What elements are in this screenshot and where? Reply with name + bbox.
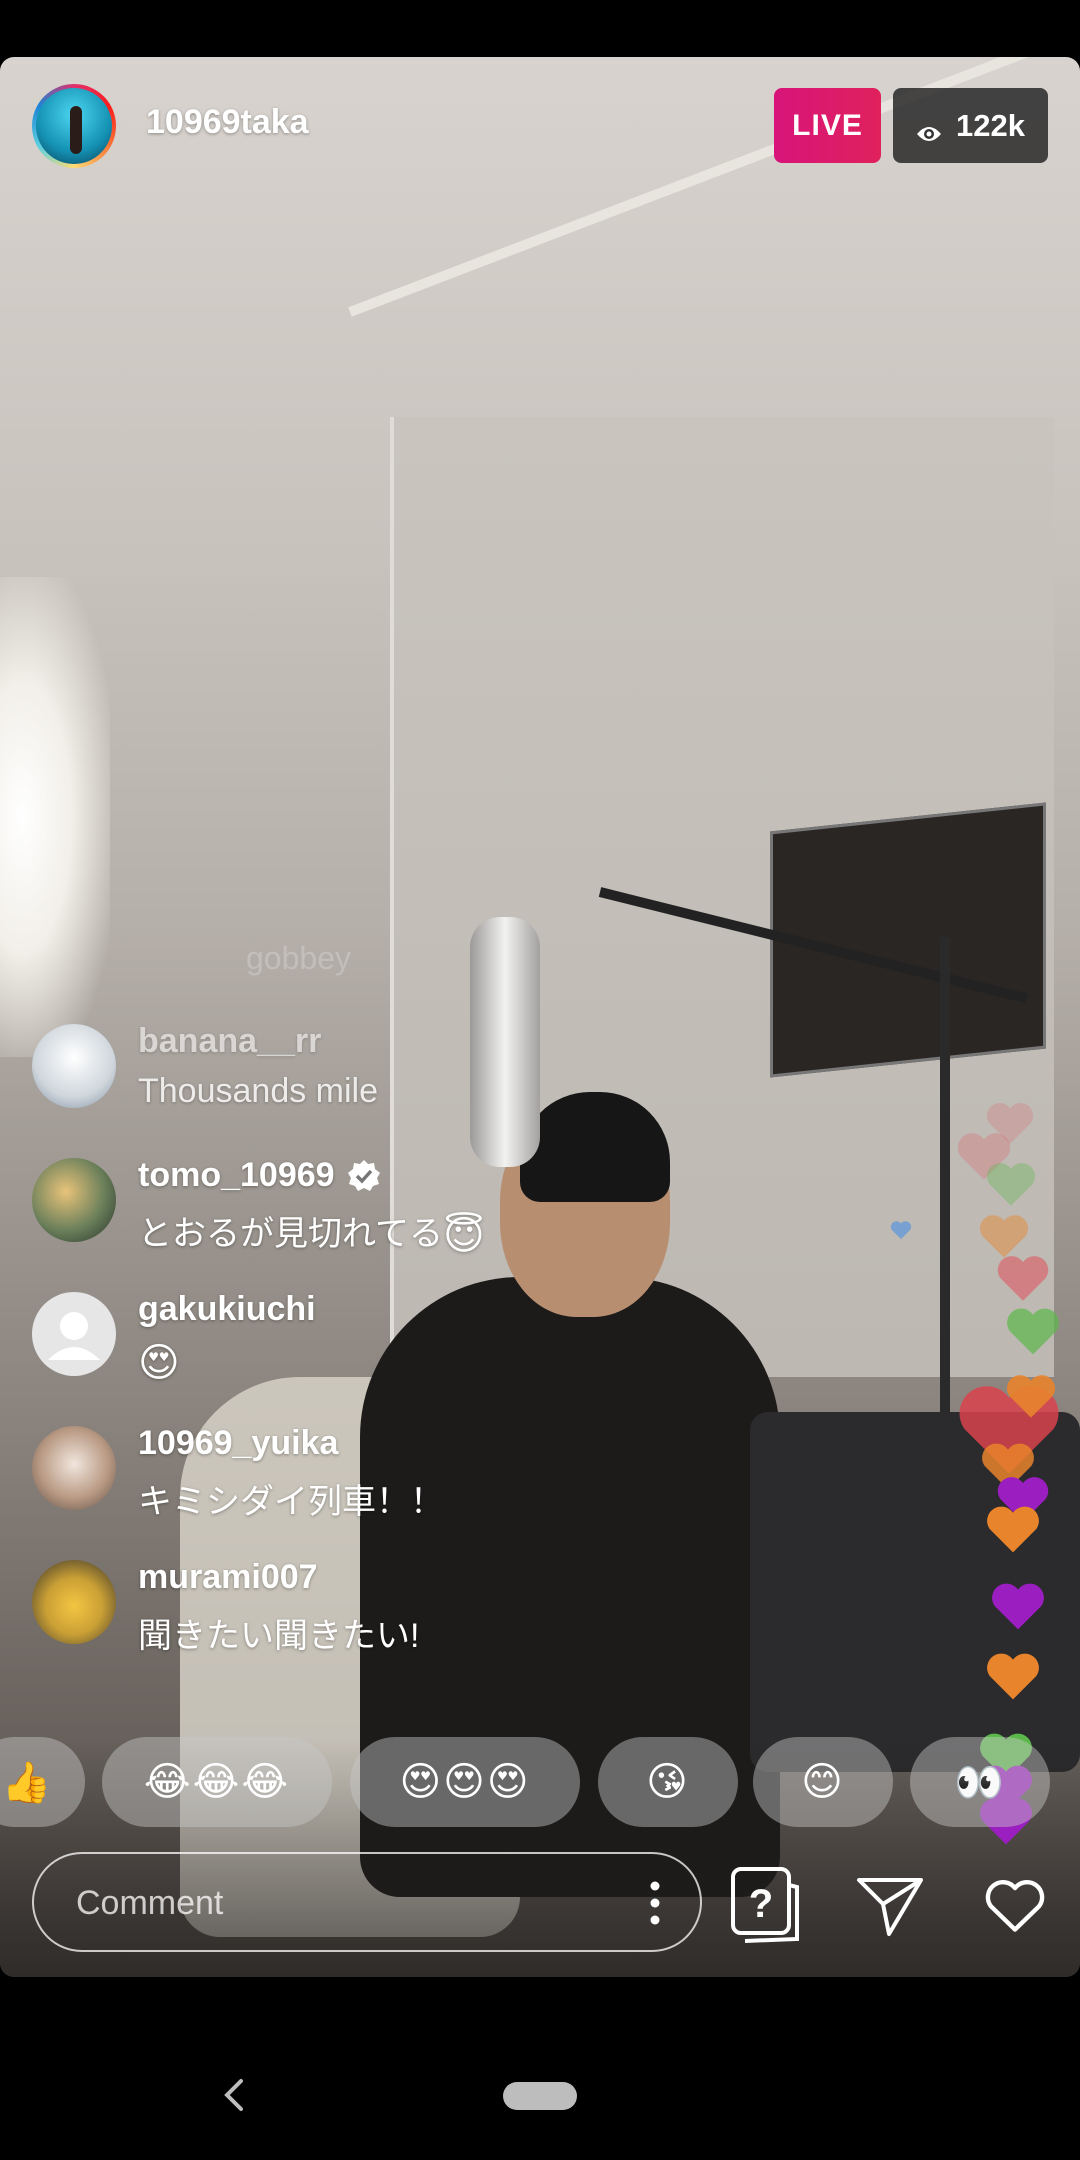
comment-placeholder: Comment xyxy=(76,1884,224,1922)
host-avatar[interactable] xyxy=(32,84,116,168)
avatar[interactable] xyxy=(32,1024,116,1108)
viewer-count: 122k xyxy=(956,107,1025,143)
heart-icon xyxy=(985,1880,1045,1932)
avatar[interactable] xyxy=(32,1292,116,1376)
comment-input[interactable]: Comment xyxy=(32,1852,702,1952)
comment-username[interactable]: 10969_yuika xyxy=(138,1424,338,1463)
reaction-smile[interactable]: 😊 xyxy=(753,1737,893,1827)
avatar[interactable] xyxy=(32,1158,116,1242)
question-sticker-icon: ? xyxy=(731,1867,799,1943)
eye-icon xyxy=(916,116,942,141)
viewer-count-badge[interactable]: 122k xyxy=(893,88,1048,163)
comment-username[interactable]: murami007 xyxy=(138,1558,318,1597)
like-button[interactable] xyxy=(970,1860,1060,1950)
heart-icon xyxy=(987,1506,1039,1553)
comment-username[interactable]: tomo_10969 xyxy=(138,1156,335,1195)
home-pill[interactable] xyxy=(503,2082,577,2110)
comment-text: 😍 xyxy=(138,1340,180,1386)
heart-icon xyxy=(997,1256,1049,1301)
heart-icon xyxy=(890,1221,912,1240)
comment-text: Thousands mile xyxy=(138,1072,379,1110)
heart-icon xyxy=(986,1102,1034,1144)
comment-text: 聞きたい聞きたい! xyxy=(138,1617,420,1655)
avatar[interactable] xyxy=(32,1560,116,1644)
heart-icon xyxy=(992,1583,1044,1630)
reaction-heart-eyes[interactable]: 😍😍😍 xyxy=(350,1737,580,1827)
more-vert-icon[interactable] xyxy=(650,1878,660,1928)
host-username[interactable]: 10969taka xyxy=(146,103,309,142)
reaction-laugh[interactable]: 😂😂😂 xyxy=(102,1737,332,1827)
heart-icon xyxy=(987,1653,1039,1700)
reaction-kiss[interactable]: 😘 xyxy=(598,1737,738,1827)
comment-username[interactable]: gakukiuchi xyxy=(138,1290,316,1329)
heart-icon xyxy=(1006,1375,1056,1418)
emoji: 😍 xyxy=(138,1341,180,1385)
question-sticker-button[interactable]: ? xyxy=(720,1860,810,1950)
heart-icon xyxy=(986,1163,1036,1206)
comment-item[interactable]: 10969_yuika キミシダイ列車！！ xyxy=(32,1424,732,1534)
system-nav-bar xyxy=(0,1977,1080,2160)
verified-icon xyxy=(347,1159,381,1193)
heart-icon xyxy=(1007,1308,1059,1355)
comment-item[interactable]: gakukiuchi 😍 xyxy=(32,1290,732,1400)
scene-window-light xyxy=(0,577,110,1057)
faded-comment: gobbey xyxy=(246,940,351,976)
back-icon[interactable] xyxy=(215,2075,255,2115)
comment-username-row[interactable]: tomo_10969 xyxy=(138,1156,381,1195)
comment-text: キミシダイ列車！！ xyxy=(138,1483,444,1521)
reaction-eyes[interactable]: 👀 xyxy=(910,1737,1050,1827)
live-video[interactable] xyxy=(0,57,1080,1977)
status-bar xyxy=(0,0,1080,57)
default-avatar-icon xyxy=(48,1312,100,1360)
svg-text:?: ? xyxy=(749,1882,773,1926)
comment-item[interactable]: murami007 聞きたい聞きたい! xyxy=(32,1558,732,1668)
comment-item[interactable]: banana__rr Thousands mile xyxy=(32,1022,732,1132)
comment-text: とおるが見切れてる😇 xyxy=(138,1214,485,1259)
send-button[interactable] xyxy=(845,1860,935,1950)
send-icon xyxy=(857,1878,923,1936)
emoji: 😇 xyxy=(442,1214,485,1259)
avatar[interactable] xyxy=(32,1426,116,1510)
comment-username[interactable]: banana__rr xyxy=(138,1022,321,1061)
live-badge: LIVE xyxy=(774,88,881,163)
comment-item[interactable]: tomo_10969 とおるが見切れてる😇 xyxy=(32,1156,732,1266)
